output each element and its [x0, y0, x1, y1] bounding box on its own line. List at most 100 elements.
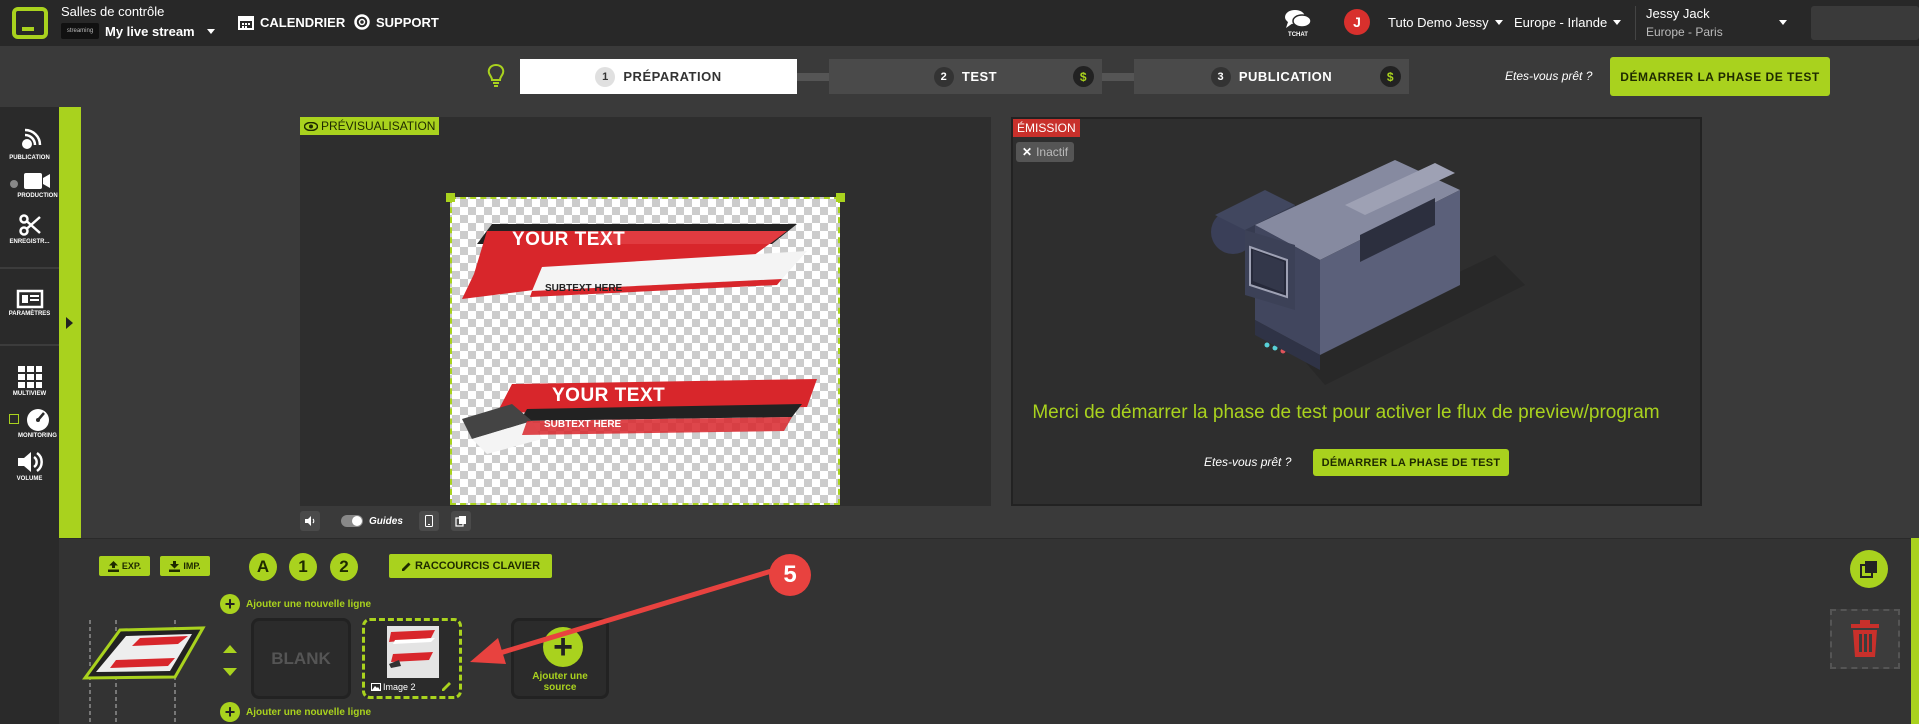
- lower-third-2-title: YOUR TEXT: [552, 385, 666, 406]
- lightbulb-icon[interactable]: [486, 63, 506, 89]
- lifebuoy-icon: [354, 14, 370, 30]
- add-line-label: Ajouter une nouvelle ligne: [246, 598, 372, 610]
- preview-tag-label: PRÉVISUALISATION: [321, 119, 436, 133]
- eye-icon: [304, 121, 318, 131]
- export-label: EXP.: [121, 561, 142, 571]
- resize-handle[interactable]: [836, 193, 845, 202]
- layers-button[interactable]: [450, 511, 471, 531]
- user-timezone: Europe - Paris: [1646, 25, 1723, 39]
- export-button[interactable]: EXP.: [99, 556, 150, 576]
- workspace-name: Tuto Demo Jessy: [1388, 15, 1489, 30]
- duplicate-button[interactable]: [1850, 550, 1888, 588]
- sidebar-expand-handle[interactable]: [59, 107, 81, 538]
- mobile-icon: [424, 515, 433, 527]
- step-number: 1: [595, 66, 616, 87]
- add-line-bottom[interactable]: + Ajouter une nouvelle ligne: [220, 702, 371, 722]
- nav-calendar[interactable]: CALENDRIER: [238, 14, 345, 30]
- image-label: Image 2: [371, 682, 416, 692]
- control-rooms-label: Salles de contrôle: [61, 4, 165, 19]
- step-test[interactable]: 2 TEST $: [829, 59, 1102, 94]
- sidebar-item-label: MULTIVIEW: [12, 391, 47, 397]
- sidebar-item-recordings[interactable]: ENREGISTR...: [0, 213, 59, 245]
- region-selector[interactable]: Europe - Irlande: [1514, 15, 1622, 30]
- preview-tag: PRÉVISUALISATION: [300, 117, 440, 135]
- workspace-selector[interactable]: Tuto Demo Jessy: [1388, 15, 1503, 30]
- step-number: 3: [1210, 66, 1231, 87]
- status-label: Inactif: [1036, 145, 1069, 159]
- scissors-icon: [18, 214, 41, 236]
- source-blank[interactable]: BLANK: [251, 618, 351, 699]
- lower-third-1-title: YOUR TEXT: [512, 229, 626, 250]
- lower-third-2-subtitle: SUBTEXT HERE: [544, 419, 622, 430]
- upload-icon: [107, 560, 119, 572]
- lower-third-1-subtitle: SUBTEXT HERE: [545, 283, 623, 294]
- ready-question: Etes-vous prêt ?: [1505, 69, 1593, 83]
- add-source-label: Ajouter une source: [514, 671, 606, 693]
- nav-support[interactable]: SUPPORT: [354, 14, 439, 30]
- image-icon: [371, 683, 381, 691]
- annotation-step-number: 5: [769, 554, 811, 596]
- add-line-top[interactable]: + Ajouter une nouvelle ligne: [220, 594, 371, 614]
- sidebar-item-settings[interactable]: PARAMÈTRES: [0, 289, 59, 317]
- sidebar-item-multiview[interactable]: MULTIVIEW: [0, 365, 59, 397]
- broadcast-icon: [21, 128, 41, 149]
- camera-illustration: [1211, 160, 1525, 385]
- chevron-down-icon: [1779, 20, 1787, 25]
- resize-handle[interactable]: [446, 193, 455, 202]
- step-connector: [1102, 73, 1134, 81]
- sidebar-item-volume[interactable]: VOLUME: [0, 450, 59, 482]
- sidebar-item-label: PARAMÈTRES: [8, 311, 51, 317]
- step-label: PUBLICATION: [1238, 69, 1333, 84]
- dollar-icon: $: [1380, 66, 1401, 87]
- chevron-down-icon: [206, 28, 215, 34]
- mobile-view-button[interactable]: [418, 511, 439, 531]
- move-up-icon[interactable]: [223, 645, 237, 653]
- add-source-label-line-2: source: [543, 682, 577, 693]
- start-test-button[interactable]: DÉMARRER LA PHASE DE TEST: [1610, 57, 1830, 96]
- video-camera-icon: [24, 173, 50, 189]
- sidebar-item-publication[interactable]: PUBLICATION: [0, 127, 59, 161]
- pencil-icon: [401, 562, 411, 571]
- stream-name: My live stream: [105, 23, 195, 39]
- divider: [0, 344, 59, 346]
- delete-dropzone[interactable]: [1830, 609, 1900, 669]
- user-menu[interactable]: Jessy Jack Europe - Paris: [1635, 6, 1795, 40]
- emission-message: Merci de démarrer la phase de test pour …: [1032, 402, 1660, 423]
- nav-calendar-label: CALENDRIER: [260, 14, 346, 30]
- step-publication[interactable]: 3 PUBLICATION $: [1134, 59, 1409, 94]
- add-line-label: Ajouter une nouvelle ligne: [246, 706, 372, 718]
- avatar[interactable]: J: [1344, 9, 1370, 35]
- scene-button-2[interactable]: 2: [330, 553, 358, 581]
- chat-bubbles-icon: [1285, 10, 1312, 28]
- user-name: Jessy Jack: [1646, 6, 1710, 21]
- step-label: TEST: [961, 69, 998, 84]
- speaker-icon: [17, 451, 43, 473]
- trash-icon: [1851, 620, 1879, 657]
- pencil-icon[interactable]: [441, 680, 453, 692]
- scene-button-1[interactable]: 1: [289, 553, 317, 581]
- scrollbar[interactable]: [1911, 538, 1919, 724]
- ready-question: Etes-vous prêt ?: [1204, 455, 1292, 469]
- move-down-icon[interactable]: [223, 668, 237, 676]
- guides-toggle[interactable]: [341, 515, 363, 527]
- sidebar-item-label: VOLUME: [16, 476, 43, 482]
- chevron-right-icon: [66, 317, 73, 329]
- start-test-button-secondary[interactable]: DÉMARRER LA PHASE DE TEST: [1313, 449, 1509, 476]
- step-label: PRÉPARATION: [623, 69, 722, 84]
- download-icon: [169, 560, 181, 572]
- import-button[interactable]: IMP.: [160, 556, 210, 576]
- step-preparation[interactable]: 1 PRÉPARATION: [520, 59, 797, 94]
- blurred-area: [1811, 6, 1919, 40]
- source-image-2[interactable]: Image 2: [362, 618, 462, 699]
- step-connector: [797, 73, 829, 81]
- chat-button[interactable]: TCHAT: [1280, 8, 1316, 38]
- stream-logo: streaming: [61, 23, 99, 39]
- status-badge: ✕ Inactif: [1016, 142, 1075, 162]
- stream-selector[interactable]: streaming My live stream: [61, 22, 215, 40]
- scene-button-a[interactable]: A: [249, 553, 277, 581]
- line-thumbnail[interactable]: [80, 620, 210, 724]
- app-logo[interactable]: [12, 7, 48, 39]
- gauge-icon: [27, 409, 49, 431]
- mute-button[interactable]: [300, 511, 320, 531]
- preview-canvas[interactable]: YOUR TEXT SUBTEXT HERE YOUR TEXT SUBTEXT…: [450, 197, 840, 505]
